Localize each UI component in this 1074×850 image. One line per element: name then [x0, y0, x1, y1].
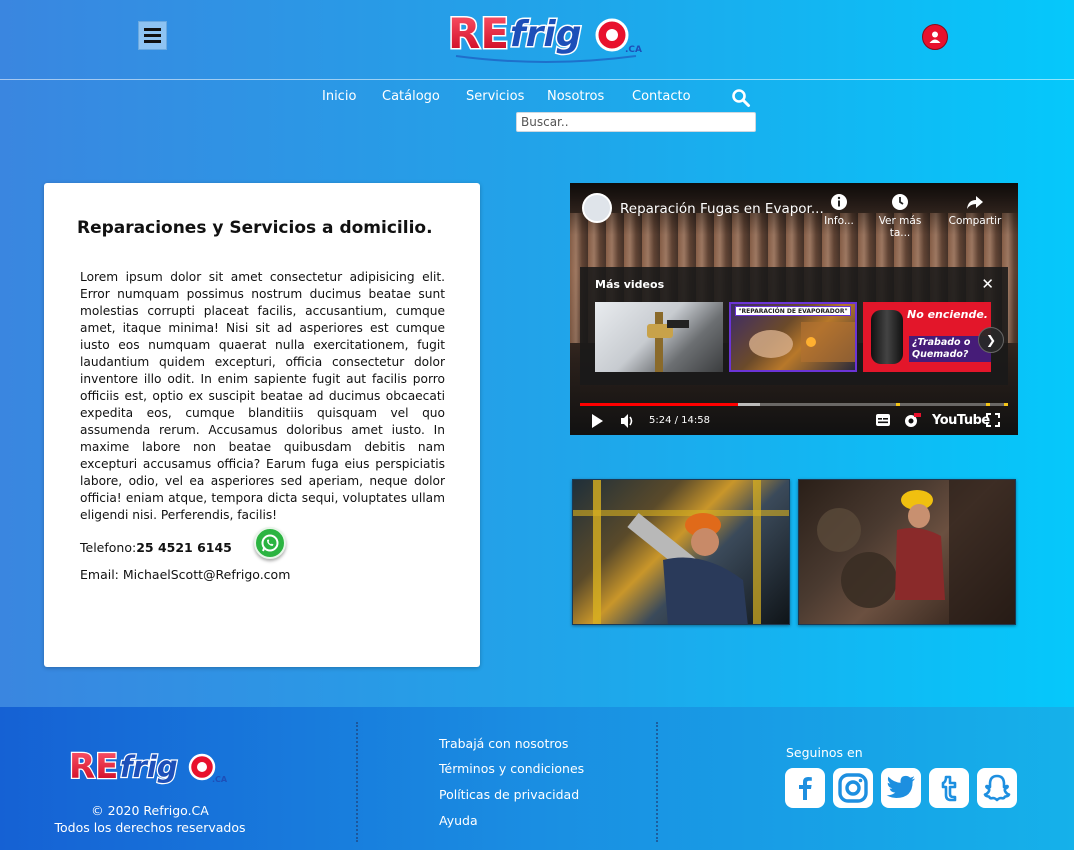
footer-link-privacidad[interactable]: Políticas de privacidad — [439, 787, 579, 802]
channel-avatar[interactable] — [582, 193, 612, 223]
chapter-marker — [896, 403, 900, 406]
social-title: Seguinos en — [786, 745, 863, 760]
worker-photo-construction — [572, 479, 790, 625]
chapter-marker — [986, 403, 990, 406]
video-controls: 5:24 / 14:58 YouTube — [570, 409, 1018, 435]
youtube-video-player[interactable]: Reparación Fugas en Evapor... Info... Ve… — [570, 183, 1018, 435]
video-time: 5:24 / 14:58 — [649, 415, 711, 426]
user-account-button[interactable] — [922, 24, 948, 50]
chevron-right-icon[interactable]: ❯ — [978, 327, 1004, 353]
copyright: © 2020 Refrigo.CA Todos los derechos res… — [38, 802, 262, 836]
site-footer: RE frig .CA © 2020 Refrigo.CA Todos los … — [0, 707, 1074, 850]
info-button[interactable]: Info... — [809, 193, 869, 227]
phone-line: Telefono:25 4521 6145 — [80, 540, 232, 555]
valve-image — [647, 312, 689, 372]
twitter-icon[interactable] — [881, 768, 921, 808]
video-progress-bar[interactable] — [580, 403, 1008, 406]
info-label: Info... — [824, 215, 854, 227]
mechanic-worker-image — [817, 480, 1015, 624]
nav-item-nosotros[interactable]: Nosotros — [547, 89, 604, 104]
related-video-thumbnail[interactable]: No enciende. ¿Trabado o Quemado? — [863, 302, 991, 372]
whatsapp-glyph — [261, 534, 279, 552]
services-title: Reparaciones y Servicios a domicilio. — [77, 218, 433, 238]
search-icon[interactable] — [731, 88, 751, 108]
svg-text:RE: RE — [448, 9, 509, 58]
share-button[interactable]: Compartir — [945, 193, 1005, 227]
rights-line: Todos los derechos reservados — [54, 820, 246, 835]
thumbnail-headline: No enciende. — [907, 308, 988, 321]
services-description: Lorem ipsum dolor sit amet consectetur a… — [80, 270, 445, 522]
settings-icon[interactable] — [903, 413, 921, 429]
nav-item-catalogo[interactable]: Catálogo — [382, 89, 440, 104]
copyright-line: © 2020 Refrigo.CA — [91, 803, 209, 818]
svg-text:.CA: .CA — [625, 45, 642, 55]
fullscreen-icon[interactable] — [986, 413, 1000, 427]
svg-text:frig: frig — [120, 750, 178, 784]
chapter-marker — [1004, 403, 1008, 406]
menu-icon[interactable] — [138, 21, 167, 50]
watch-later-label: Ver más ta... — [878, 215, 922, 239]
footer-link-terminos[interactable]: Términos y condiciones — [439, 761, 584, 776]
compressor-image — [871, 310, 903, 364]
volume-icon[interactable] — [620, 413, 636, 429]
instagram-icon[interactable] — [833, 768, 873, 808]
search-input[interactable] — [516, 112, 756, 132]
progress-played — [580, 403, 739, 406]
footer-link-ayuda[interactable]: Ayuda — [439, 813, 478, 828]
nav-item-contacto[interactable]: Contacto — [632, 89, 691, 104]
email-label: Email: — [80, 567, 123, 582]
captions-icon[interactable] — [875, 413, 891, 427]
top-header: RE frig .CA — [0, 0, 1074, 80]
related-video-thumbnail[interactable]: "REPARACIÓN DE EVAPORADOR" — [729, 302, 857, 372]
thumbnail-caption: "REPARACIÓN DE EVAPORADOR" — [735, 306, 851, 316]
svg-text:RE: RE — [69, 747, 118, 787]
footer-divider — [656, 722, 658, 842]
share-label: Compartir — [948, 215, 1002, 227]
phone-label: Telefono: — [80, 540, 137, 555]
email-address[interactable]: MichaelScott@Refrigo.com — [123, 567, 291, 582]
more-videos-panel: Más videos ✕ "REPARACIÓN DE EVAPORADOR" … — [580, 267, 1008, 385]
clock-icon — [892, 194, 908, 210]
footer-refrigo-logo[interactable]: RE frig .CA — [68, 740, 230, 796]
svg-text:frig: frig — [510, 14, 582, 55]
services-card: Reparaciones y Servicios a domicilio. Lo… — [44, 183, 480, 667]
share-icon — [967, 196, 983, 209]
play-icon[interactable] — [590, 413, 604, 429]
main-nav: Inicio Catálogo Servicios Nosotros Conta… — [0, 89, 1074, 107]
construction-worker-image — [573, 480, 789, 624]
user-icon — [929, 31, 941, 43]
worker-photo-engine — [798, 479, 1016, 625]
facebook-icon[interactable] — [785, 768, 825, 808]
nav-item-inicio[interactable]: Inicio — [322, 89, 356, 104]
tumblr-icon[interactable] — [929, 768, 969, 808]
info-icon — [831, 194, 847, 210]
refrigo-logo[interactable]: RE frig .CA — [446, 2, 646, 68]
video-title[interactable]: Reparación Fugas en Evapor... — [620, 201, 824, 217]
youtube-logo[interactable]: YouTube — [932, 413, 990, 428]
footer-divider — [356, 722, 358, 842]
video-top-bar: Reparación Fugas en Evapor... Info... Ve… — [570, 183, 1018, 239]
watch-later-button[interactable]: Ver más ta... — [870, 193, 930, 239]
snapchat-icon[interactable] — [977, 768, 1017, 808]
whatsapp-icon[interactable] — [254, 527, 286, 559]
close-icon[interactable]: ✕ — [981, 275, 994, 293]
email-line: Email: MichaelScott@Refrigo.com — [80, 567, 290, 582]
related-video-thumbnail[interactable] — [595, 302, 723, 372]
phone-number[interactable]: 25 4521 6145 — [136, 540, 232, 555]
footer-link-trabaja[interactable]: Trabajá con nosotros — [439, 736, 568, 751]
nav-item-servicios[interactable]: Servicios — [466, 89, 524, 104]
svg-text:.CA: .CA — [212, 775, 228, 784]
more-videos-title: Más videos — [595, 278, 665, 291]
